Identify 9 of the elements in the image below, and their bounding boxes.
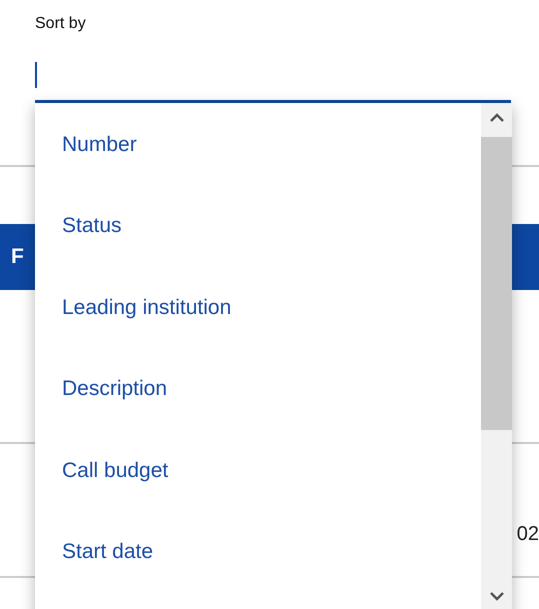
dropdown-option[interactable]: Start date — [35, 512, 481, 593]
field-label: Sort by — [35, 14, 87, 34]
dropdown-option[interactable]: Leading institution — [35, 267, 481, 348]
dropdown-option[interactable]: Description — [35, 348, 481, 430]
dropdown-option[interactable]: Call budget — [35, 430, 481, 512]
row-text: 02 — [516, 522, 539, 547]
dropdown-option[interactable]: Number — [35, 104, 481, 186]
banner-text: F — [11, 245, 24, 269]
dropdown-option[interactable]: Status — [35, 186, 481, 267]
